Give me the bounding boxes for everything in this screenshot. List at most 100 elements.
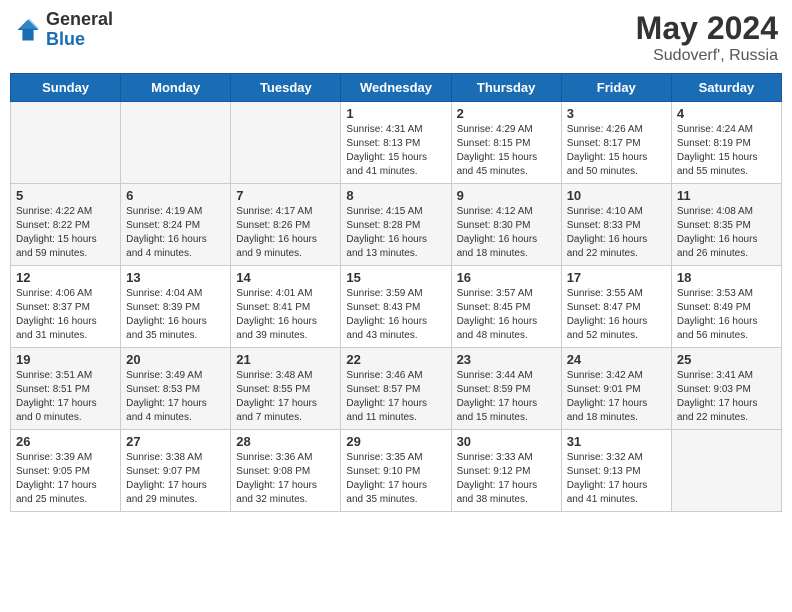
day-cell: 5 Sunrise: 4:22 AMSunset: 8:22 PMDaylight… bbox=[11, 184, 121, 266]
day-number: 21 bbox=[236, 352, 335, 367]
day-cell: 27 Sunrise: 3:38 AMSunset: 9:07 PMDayligh… bbox=[121, 430, 231, 512]
day-cell: 7Sunrise: 4:17 AMSunset: 8:26 PMDaylight… bbox=[231, 184, 341, 266]
day-info: Sunrise: 3:55 AMSunset: 8:47 PMDaylight:… bbox=[567, 287, 666, 343]
day-cell: 1Sunrise: 4:31 AMSunset: 8:13 PMDaylight… bbox=[341, 102, 451, 184]
day-info: Sunrise: 4:12 AMSunset: 8:30 PMDaylight:… bbox=[457, 205, 556, 261]
header: General Blue May 2024 Sudoverf', Russia bbox=[10, 10, 782, 65]
day-number: 9 bbox=[457, 188, 556, 203]
day-cell: 11 Sunrise: 4:08 AMSunset: 8:35 PMDayligh… bbox=[671, 184, 781, 266]
day-number: 12 bbox=[16, 270, 115, 285]
day-info: Sunrise: 3:38 AMSunset: 9:07 PMDaylight:… bbox=[126, 451, 225, 507]
day-number: 7 bbox=[236, 188, 335, 203]
day-info: Sunrise: 3:39 AMSunset: 9:05 PMDaylight:… bbox=[16, 451, 115, 507]
day-number: 19 bbox=[16, 352, 115, 367]
day-cell: 15Sunrise: 3:59 AMSunset: 8:43 PMDayligh… bbox=[341, 266, 451, 348]
calendar-header-row: SundayMondayTuesdayWednesdayThursdayFrid… bbox=[11, 74, 782, 102]
day-info: Sunrise: 3:59 AMSunset: 8:43 PMDaylight:… bbox=[346, 287, 445, 343]
day-number: 3 bbox=[567, 106, 666, 121]
day-info: Sunrise: 4:04 AMSunset: 8:39 PMDaylight:… bbox=[126, 287, 225, 343]
day-number: 29 bbox=[346, 434, 445, 449]
day-cell: 25Sunrise: 3:41 AMSunset: 9:03 PMDayligh… bbox=[671, 348, 781, 430]
day-number: 26 bbox=[16, 434, 115, 449]
col-header-saturday: Saturday bbox=[671, 74, 781, 102]
day-cell: 23 Sunrise: 3:44 AMSunset: 8:59 PMDayligh… bbox=[451, 348, 561, 430]
day-number: 31 bbox=[567, 434, 666, 449]
day-number: 24 bbox=[567, 352, 666, 367]
title-area: May 2024 Sudoverf', Russia bbox=[636, 10, 778, 65]
day-info: Sunrise: 3:42 AMSunset: 9:01 PMDaylight:… bbox=[567, 369, 666, 425]
col-header-monday: Monday bbox=[121, 74, 231, 102]
day-number: 18 bbox=[677, 270, 776, 285]
day-cell: 4 Sunrise: 4:24 AMSunset: 8:19 PMDaylight… bbox=[671, 102, 781, 184]
day-number: 6 bbox=[126, 188, 225, 203]
day-info: Sunrise: 3:46 AMSunset: 8:57 PMDaylight:… bbox=[346, 369, 445, 425]
empty-day-cell bbox=[671, 430, 781, 512]
logo: General Blue bbox=[14, 10, 113, 50]
day-number: 11 bbox=[677, 188, 776, 203]
day-number: 17 bbox=[567, 270, 666, 285]
logo-general-text: General bbox=[46, 10, 113, 30]
day-cell: 21 Sunrise: 3:48 AMSunset: 8:55 PMDayligh… bbox=[231, 348, 341, 430]
empty-day-cell bbox=[121, 102, 231, 184]
day-info: Sunrise: 4:29 AMSunset: 8:15 PMDaylight:… bbox=[457, 123, 556, 179]
calendar-week-row: 19 Sunrise: 3:51 AMSunset: 8:51 PMDayligh… bbox=[11, 348, 782, 430]
month-title: May 2024 bbox=[636, 10, 778, 47]
day-cell: 26 Sunrise: 3:39 AMSunset: 9:05 PMDayligh… bbox=[11, 430, 121, 512]
day-cell: 9 Sunrise: 4:12 AMSunset: 8:30 PMDaylight… bbox=[451, 184, 561, 266]
day-number: 10 bbox=[567, 188, 666, 203]
day-number: 5 bbox=[16, 188, 115, 203]
location-subtitle: Sudoverf', Russia bbox=[636, 47, 778, 65]
day-cell: 24 Sunrise: 3:42 AMSunset: 9:01 PMDayligh… bbox=[561, 348, 671, 430]
day-cell: 12 Sunrise: 4:06 AMSunset: 8:37 PMDayligh… bbox=[11, 266, 121, 348]
day-info: Sunrise: 3:44 AMSunset: 8:59 PMDaylight:… bbox=[457, 369, 556, 425]
day-info: Sunrise: 4:26 AMSunset: 8:17 PMDaylight:… bbox=[567, 123, 666, 179]
day-number: 28 bbox=[236, 434, 335, 449]
col-header-wednesday: Wednesday bbox=[341, 74, 451, 102]
day-info: Sunrise: 4:08 AMSunset: 8:35 PMDaylight:… bbox=[677, 205, 776, 261]
day-cell: 14 Sunrise: 4:01 AMSunset: 8:41 PMDayligh… bbox=[231, 266, 341, 348]
day-info: Sunrise: 4:06 AMSunset: 8:37 PMDaylight:… bbox=[16, 287, 115, 343]
day-info: Sunrise: 3:48 AMSunset: 8:55 PMDaylight:… bbox=[236, 369, 335, 425]
col-header-sunday: Sunday bbox=[11, 74, 121, 102]
day-info: Sunrise: 3:36 AMSunset: 9:08 PMDaylight:… bbox=[236, 451, 335, 507]
day-cell: 22 Sunrise: 3:46 AMSunset: 8:57 PMDayligh… bbox=[341, 348, 451, 430]
day-cell: 19 Sunrise: 3:51 AMSunset: 8:51 PMDayligh… bbox=[11, 348, 121, 430]
day-info: Sunrise: 3:33 AMSunset: 9:12 PMDaylight:… bbox=[457, 451, 556, 507]
day-info: Sunrise: 3:41 AMSunset: 9:03 PMDaylight:… bbox=[677, 369, 776, 425]
day-number: 2 bbox=[457, 106, 556, 121]
logo-blue-text: Blue bbox=[46, 30, 113, 50]
col-header-friday: Friday bbox=[561, 74, 671, 102]
day-info: Sunrise: 3:57 AMSunset: 8:45 PMDaylight:… bbox=[457, 287, 556, 343]
col-header-tuesday: Tuesday bbox=[231, 74, 341, 102]
col-header-thursday: Thursday bbox=[451, 74, 561, 102]
day-cell: 16 Sunrise: 3:57 AMSunset: 8:45 PMDayligh… bbox=[451, 266, 561, 348]
day-number: 14 bbox=[236, 270, 335, 285]
day-info: Sunrise: 3:35 AMSunset: 9:10 PMDaylight:… bbox=[346, 451, 445, 507]
day-number: 20 bbox=[126, 352, 225, 367]
day-number: 8 bbox=[346, 188, 445, 203]
day-info: Sunrise: 3:32 AMSunset: 9:13 PMDaylight:… bbox=[567, 451, 666, 507]
day-cell: 2 Sunrise: 4:29 AMSunset: 8:15 PMDaylight… bbox=[451, 102, 561, 184]
calendar-week-row: 12 Sunrise: 4:06 AMSunset: 8:37 PMDayligh… bbox=[11, 266, 782, 348]
day-cell: 29 Sunrise: 3:35 AMSunset: 9:10 PMDayligh… bbox=[341, 430, 451, 512]
empty-day-cell bbox=[231, 102, 341, 184]
day-info: Sunrise: 4:22 AMSunset: 8:22 PMDaylight:… bbox=[16, 205, 115, 261]
day-info: Sunrise: 4:10 AMSunset: 8:33 PMDaylight:… bbox=[567, 205, 666, 261]
day-cell: 13Sunrise: 4:04 AMSunset: 8:39 PMDayligh… bbox=[121, 266, 231, 348]
day-number: 4 bbox=[677, 106, 776, 121]
day-info: Sunrise: 3:51 AMSunset: 8:51 PMDaylight:… bbox=[16, 369, 115, 425]
day-info: Sunrise: 4:24 AMSunset: 8:19 PMDaylight:… bbox=[677, 123, 776, 179]
day-cell: 8 Sunrise: 4:15 AMSunset: 8:28 PMDaylight… bbox=[341, 184, 451, 266]
day-number: 23 bbox=[457, 352, 556, 367]
day-cell: 18Sunrise: 3:53 AMSunset: 8:49 PMDayligh… bbox=[671, 266, 781, 348]
day-number: 22 bbox=[346, 352, 445, 367]
day-number: 27 bbox=[126, 434, 225, 449]
day-info: Sunrise: 4:15 AMSunset: 8:28 PMDaylight:… bbox=[346, 205, 445, 261]
day-cell: 20 Sunrise: 3:49 AMSunset: 8:53 PMDayligh… bbox=[121, 348, 231, 430]
day-info: Sunrise: 4:01 AMSunset: 8:41 PMDaylight:… bbox=[236, 287, 335, 343]
day-number: 1 bbox=[346, 106, 445, 121]
calendar-table: SundayMondayTuesdayWednesdayThursdayFrid… bbox=[10, 73, 782, 512]
day-number: 16 bbox=[457, 270, 556, 285]
day-info: Sunrise: 3:49 AMSunset: 8:53 PMDaylight:… bbox=[126, 369, 225, 425]
calendar-week-row: 5 Sunrise: 4:22 AMSunset: 8:22 PMDaylight… bbox=[11, 184, 782, 266]
